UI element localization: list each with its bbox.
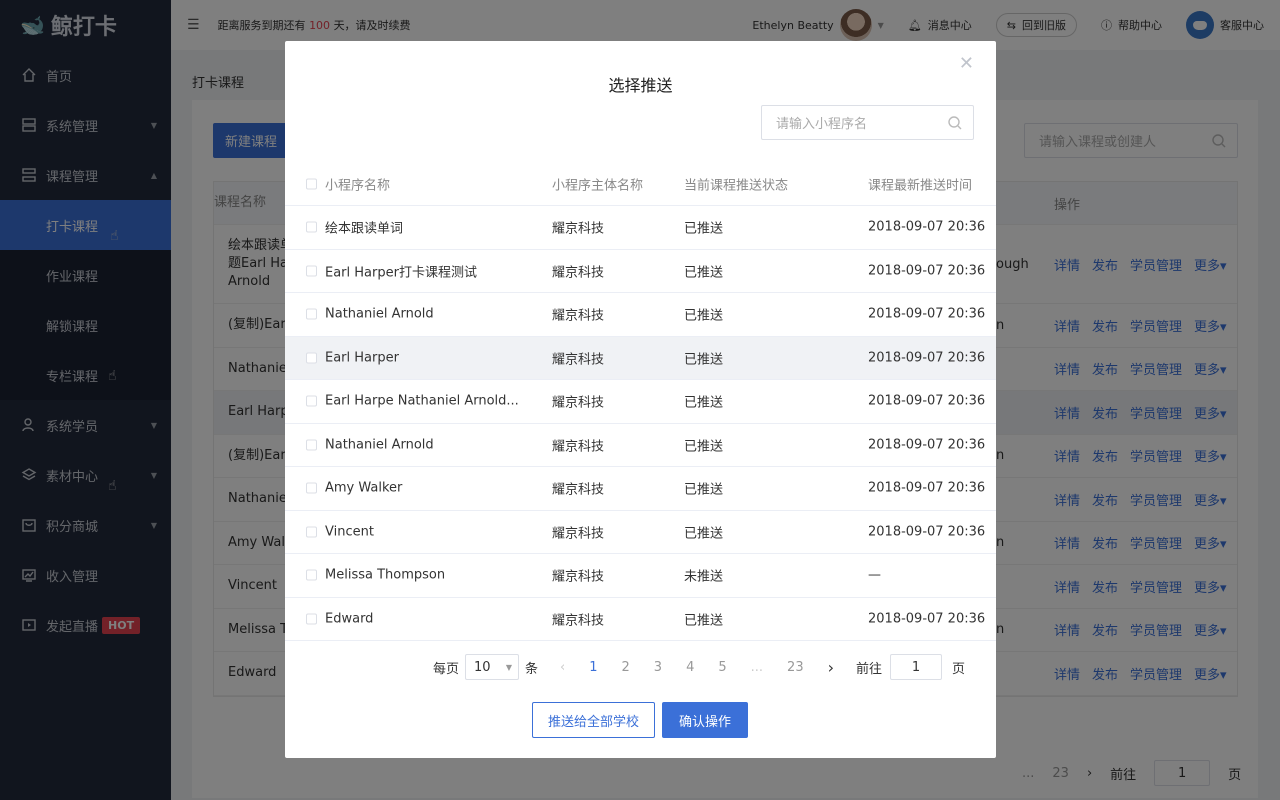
confirm-button[interactable]: 确认操作	[662, 702, 748, 738]
row-checkbox[interactable]	[306, 308, 317, 320]
dialog-pagination: 每页 10 ▼ 条 ‹ 1 2 3 4 5 ... 23 › 前往 1 页	[433, 654, 965, 680]
page-number[interactable]: 5	[718, 660, 726, 675]
close-icon[interactable]: ✕	[959, 53, 974, 74]
table-row[interactable]: Earl Harpe Nathaniel Arnold... 耀京科技 已推送 …	[285, 380, 996, 424]
prev-page-icon[interactable]: ‹	[560, 660, 565, 675]
row-checkbox[interactable]	[306, 526, 317, 538]
row-checkbox[interactable]	[306, 613, 317, 625]
row-checkbox[interactable]	[306, 482, 317, 494]
search-icon	[947, 115, 963, 135]
table-row[interactable]: Earl Harper 耀京科技 已推送 2018-09-07 20:36	[285, 336, 996, 380]
table-row[interactable]: Nathaniel Arnold 耀京科技 已推送 2018-09-07 20:…	[285, 293, 996, 337]
page-ellipsis[interactable]: ...	[751, 660, 763, 675]
page-number[interactable]: 2	[622, 660, 630, 675]
chevron-down-icon: ▼	[505, 662, 513, 672]
page-number[interactable]: 3	[654, 660, 662, 675]
row-checkbox[interactable]	[306, 221, 317, 233]
table-row[interactable]: Earl Harper打卡课程测试 耀京科技 已推送 2018-09-07 20…	[285, 250, 996, 293]
table-row[interactable]: Amy Walker 耀京科技 已推送 2018-09-07 20:36	[285, 467, 996, 511]
dialog-title: 选择推送	[608, 76, 673, 95]
miniprogram-table: 小程序名称 小程序主体名称 当前课程推送状态 课程最新推送时间 绘本跟读单词 耀…	[285, 162, 996, 641]
table-row[interactable]: Melissa Thompson 耀京科技 未推送 —	[285, 554, 996, 598]
table-row[interactable]: Nathaniel Arnold 耀京科技 已推送 2018-09-07 20:…	[285, 424, 996, 467]
row-checkbox[interactable]	[306, 569, 317, 581]
select-all-checkbox[interactable]	[306, 178, 317, 189]
table-header: 小程序名称 小程序主体名称 当前课程推送状态 课程最新推送时间	[285, 162, 996, 206]
row-checkbox[interactable]	[306, 439, 317, 451]
table-row[interactable]: Edward 耀京科技 已推送 2018-09-07 20:36	[285, 598, 996, 641]
page-size-select[interactable]: 10 ▼	[465, 654, 520, 680]
next-page-icon[interactable]: ›	[828, 658, 834, 677]
push-select-dialog: 选择推送 ✕ 请输入小程序名 小程序名称 小程序主体名称 当前课程推送状态 课程…	[285, 41, 996, 758]
page-number[interactable]: 1	[589, 660, 597, 675]
page-number[interactable]: 23	[787, 660, 804, 675]
goto-page-input[interactable]: 1	[890, 654, 943, 680]
row-checkbox[interactable]	[306, 395, 317, 407]
miniprogram-search-input[interactable]: 请输入小程序名	[761, 105, 974, 140]
push-all-schools-button[interactable]: 推送给全部学校	[532, 702, 655, 738]
page-number[interactable]: 4	[686, 660, 694, 675]
row-checkbox[interactable]	[306, 265, 317, 277]
table-row[interactable]: Vincent 耀京科技 已推送 2018-09-07 20:36	[285, 511, 996, 554]
row-checkbox[interactable]	[306, 352, 317, 364]
table-row[interactable]: 绘本跟读单词 耀京科技 已推送 2018-09-07 20:36	[285, 206, 996, 250]
